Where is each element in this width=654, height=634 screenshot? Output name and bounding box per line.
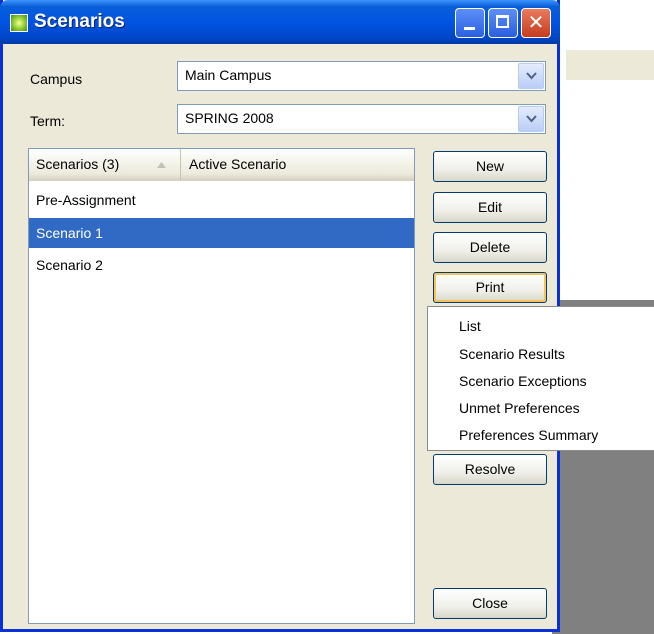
- scenario-app-icon: [10, 14, 28, 32]
- list-item-selected[interactable]: Scenario 1: [29, 218, 414, 248]
- edit-button[interactable]: Edit: [433, 192, 547, 223]
- menu-item-list[interactable]: List: [433, 312, 654, 340]
- print-menu: List Scenario Results Scenario Exception…: [427, 306, 654, 451]
- new-button[interactable]: New: [433, 151, 547, 182]
- resolve-button[interactable]: Resolve: [433, 454, 547, 485]
- campus-label: Campus: [30, 71, 83, 87]
- maximize-icon: [496, 15, 509, 28]
- close-icon: ✕: [527, 12, 545, 34]
- campus-select[interactable]: Main Campus: [177, 61, 546, 91]
- background-strip: [566, 50, 654, 80]
- menu-item-unmet-preferences[interactable]: Unmet Preferences: [433, 394, 654, 422]
- menu-item-scenario-results[interactable]: Scenario Results: [433, 340, 654, 368]
- list-item[interactable]: Scenario 2: [29, 250, 414, 280]
- term-value: SPRING 2008: [185, 110, 274, 126]
- list-header: Scenarios (3) Active Scenario: [29, 149, 414, 181]
- scenarios-list[interactable]: Scenarios (3) Active Scenario Pre-Assign…: [28, 148, 415, 624]
- delete-button[interactable]: Delete: [433, 232, 547, 263]
- minimize-button[interactable]: [455, 8, 485, 38]
- sort-ascending-icon: [157, 162, 166, 168]
- list-item[interactable]: Pre-Assignment: [29, 185, 414, 215]
- column-header-scenarios[interactable]: Scenarios (3): [29, 149, 181, 180]
- term-select[interactable]: SPRING 2008: [177, 104, 546, 134]
- column-header-scenarios-label: Scenarios (3): [36, 156, 120, 172]
- column-header-active-label: Active Scenario: [189, 156, 287, 172]
- close-button[interactable]: Close: [433, 588, 547, 619]
- menu-item-preferences-summary[interactable]: Preferences Summary: [433, 421, 654, 449]
- column-header-active-scenario[interactable]: Active Scenario: [181, 149, 416, 180]
- term-label: Term:: [30, 113, 65, 129]
- maximize-button[interactable]: [488, 8, 518, 38]
- close-window-button[interactable]: ✕: [521, 8, 551, 38]
- campus-value: Main Campus: [185, 67, 272, 83]
- menu-item-scenario-exceptions[interactable]: Scenario Exceptions: [433, 367, 654, 395]
- chevron-down-icon: [526, 115, 537, 123]
- chevron-down-icon: [526, 72, 537, 80]
- print-button[interactable]: Print: [433, 272, 547, 303]
- window-title: Scenarios: [34, 11, 125, 32]
- campus-dropdown-button[interactable]: [518, 63, 544, 89]
- minimize-icon: [464, 27, 475, 30]
- term-dropdown-button[interactable]: [518, 106, 544, 132]
- title-bar[interactable]: Scenarios ✕: [0, 0, 560, 44]
